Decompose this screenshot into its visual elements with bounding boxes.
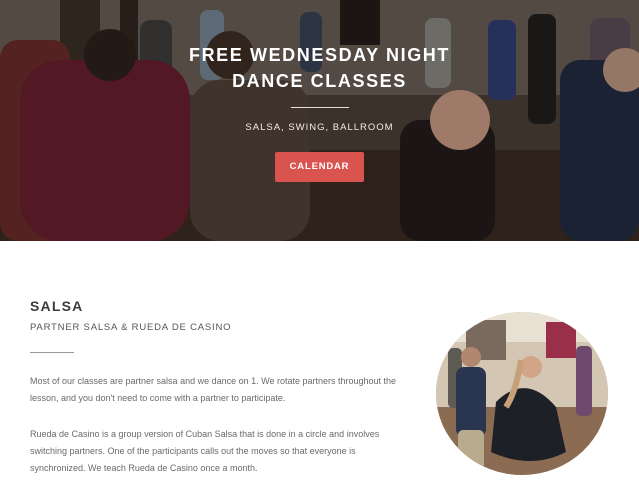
section-paragraph: Rueda de Casino is a group version of Cu… bbox=[30, 429, 380, 473]
calendar-button[interactable]: CALENDAR bbox=[275, 152, 364, 182]
salsa-photo-illustration bbox=[436, 312, 608, 475]
hero-title: FREE WEDNESDAY NIGHT DANCE CLASSES bbox=[188, 45, 451, 91]
hero-subtitle: SALSA, SWING, BALLROOM bbox=[245, 122, 394, 133]
hero-divider bbox=[290, 107, 349, 108]
section-subtitle: PARTNER SALSA & RUEDA DE CASINO bbox=[30, 322, 232, 333]
salsa-class-photo bbox=[436, 312, 608, 475]
salsa-section: SALSA PARTNER SALSA & RUEDA DE CASINO Mo… bbox=[0, 241, 639, 480]
hero-content: FREE WEDNESDAY NIGHT DANCE CLASSES SALSA… bbox=[0, 42, 639, 182]
section-paragraph: Most of our classes are partner salsa an… bbox=[30, 376, 397, 403]
section-title: SALSA bbox=[30, 298, 84, 314]
hero-banner: FREE WEDNESDAY NIGHT DANCE CLASSES SALSA… bbox=[0, 0, 639, 241]
section-divider bbox=[30, 352, 74, 353]
